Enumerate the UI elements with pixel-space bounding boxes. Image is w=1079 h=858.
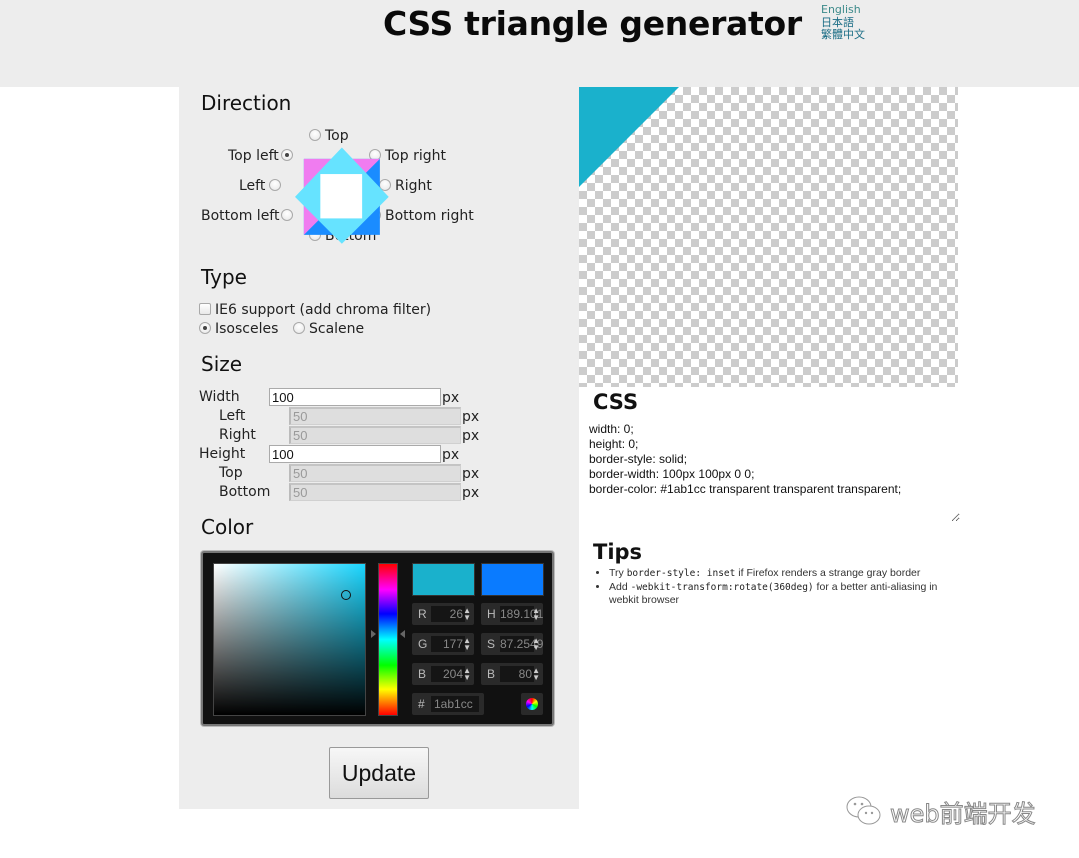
direction-right-label: Right bbox=[395, 178, 432, 194]
height-input[interactable] bbox=[269, 445, 441, 463]
hue-input[interactable]: 189.101 bbox=[500, 606, 543, 622]
color-heading: Color bbox=[201, 515, 254, 539]
height-unit: px bbox=[442, 447, 460, 463]
bottom-input[interactable] bbox=[289, 483, 461, 501]
color-wheel-icon bbox=[526, 698, 538, 710]
isosceles-radio[interactable] bbox=[199, 322, 211, 334]
direction-top-left-label: Top left bbox=[228, 148, 279, 164]
brightness-input[interactable]: 80 bbox=[500, 666, 534, 682]
direction-bottom-right-label: Bottom right bbox=[385, 208, 474, 224]
lang-english-link[interactable]: English bbox=[821, 3, 865, 17]
green-spinner-icon[interactable]: ▲ ▼ bbox=[463, 637, 471, 652]
saturation-field: S 87.2549 ▲ ▼ bbox=[481, 633, 543, 655]
saturation-input[interactable]: 87.2549 bbox=[500, 636, 543, 652]
hue-arrow-right-icon bbox=[400, 630, 405, 638]
hue-spinner-icon[interactable]: ▲ ▼ bbox=[532, 607, 540, 622]
right-label: Right bbox=[219, 427, 256, 443]
hue-field: H 189.101 ▲ ▼ bbox=[481, 603, 543, 625]
original-color-swatch[interactable] bbox=[481, 563, 544, 596]
right-unit: px bbox=[462, 428, 480, 444]
direction-bottom-left-label: Bottom left bbox=[201, 208, 280, 224]
triangle-preview bbox=[579, 87, 958, 387]
width-label: Width bbox=[199, 389, 240, 405]
lang-traditional-chinese-link[interactable]: 繁體中文 bbox=[821, 28, 865, 42]
type-heading: Type bbox=[201, 265, 247, 289]
direction-top-label: Top bbox=[325, 128, 349, 144]
brightness-spinner-icon[interactable]: ▲ ▼ bbox=[532, 667, 540, 682]
left-input[interactable] bbox=[289, 407, 461, 425]
saturation-value-area[interactable] bbox=[213, 563, 366, 716]
color-wheel-button[interactable] bbox=[521, 693, 543, 715]
wechat-logo-icon bbox=[846, 796, 881, 825]
update-button[interactable]: Update bbox=[329, 747, 429, 799]
header: CSS triangle generator English 日本語 繁體中文 bbox=[0, 0, 1079, 87]
scalene-label: Scalene bbox=[309, 321, 365, 337]
tips-list: Try border-style: inset if Firefox rende… bbox=[591, 567, 961, 608]
direction-left-radio[interactable] bbox=[269, 179, 281, 191]
direction-top-radio[interactable] bbox=[309, 129, 321, 141]
width-unit: px bbox=[442, 390, 460, 406]
bottom-label: Bottom bbox=[219, 484, 271, 500]
red-spinner-icon[interactable]: ▲ ▼ bbox=[463, 607, 471, 622]
color-cursor[interactable] bbox=[341, 590, 351, 600]
size-heading: Size bbox=[201, 352, 243, 376]
direction-heading: Direction bbox=[201, 91, 292, 115]
width-input[interactable] bbox=[269, 388, 441, 406]
page-title: CSS triangle generator bbox=[383, 4, 802, 43]
right-input[interactable] bbox=[289, 426, 461, 444]
saturation-spinner-icon[interactable]: ▲ ▼ bbox=[532, 637, 540, 652]
direction-diagram-icon bbox=[295, 147, 389, 244]
tips-heading: Tips bbox=[593, 540, 643, 564]
tip-item: Try border-style: inset if Firefox rende… bbox=[609, 567, 961, 581]
red-field: R 26 ▲ ▼ bbox=[412, 603, 474, 625]
new-color-swatch bbox=[412, 563, 475, 596]
hue-arrow-left-icon bbox=[371, 630, 376, 638]
css-output-textarea[interactable]: width: 0; height: 0; border-style: solid… bbox=[587, 422, 960, 522]
left-unit: px bbox=[462, 409, 480, 425]
direction-left-label: Left bbox=[239, 178, 266, 194]
direction-top-right-label: Top right bbox=[385, 148, 446, 164]
scalene-radio[interactable] bbox=[293, 322, 305, 334]
blue-field: B 204 ▲ ▼ bbox=[412, 663, 474, 685]
blue-spinner-icon[interactable]: ▲ ▼ bbox=[463, 667, 471, 682]
ie6-support-checkbox[interactable] bbox=[199, 303, 211, 315]
top-label: Top bbox=[219, 465, 243, 481]
brightness-field: B 80 ▲ ▼ bbox=[481, 663, 543, 685]
hue-slider[interactable] bbox=[378, 563, 398, 716]
red-input[interactable]: 26 bbox=[431, 606, 465, 622]
watermark-text: web前端开发 bbox=[890, 800, 1037, 829]
color-picker: R 26 ▲ ▼ H 189.101 ▲ ▼ G 177 ▲ ▼ S 87.2549 … bbox=[201, 551, 554, 726]
left-label: Left bbox=[219, 408, 246, 424]
height-label: Height bbox=[199, 446, 246, 462]
hex-input[interactable]: 1ab1cc bbox=[431, 696, 479, 712]
bottom-unit: px bbox=[462, 485, 480, 501]
top-unit: px bbox=[462, 466, 480, 482]
css-heading: CSS bbox=[593, 390, 639, 414]
isosceles-label: Isosceles bbox=[215, 321, 279, 337]
hex-field: # 1ab1cc bbox=[412, 693, 484, 715]
blue-input[interactable]: 204 bbox=[431, 666, 465, 682]
language-switcher: English 日本語 繁體中文 bbox=[821, 3, 865, 42]
green-input[interactable]: 177 bbox=[431, 636, 465, 652]
settings-panel: Direction Top Top left Top right Left Ri… bbox=[179, 87, 579, 809]
green-field: G 177 ▲ ▼ bbox=[412, 633, 474, 655]
top-input[interactable] bbox=[289, 464, 461, 482]
triangle-shape bbox=[579, 87, 679, 187]
tip-item: Add -webkit-transform:rotate(360deg) for… bbox=[609, 581, 961, 608]
ie6-support-label: IE6 support (add chroma filter) bbox=[215, 302, 432, 318]
